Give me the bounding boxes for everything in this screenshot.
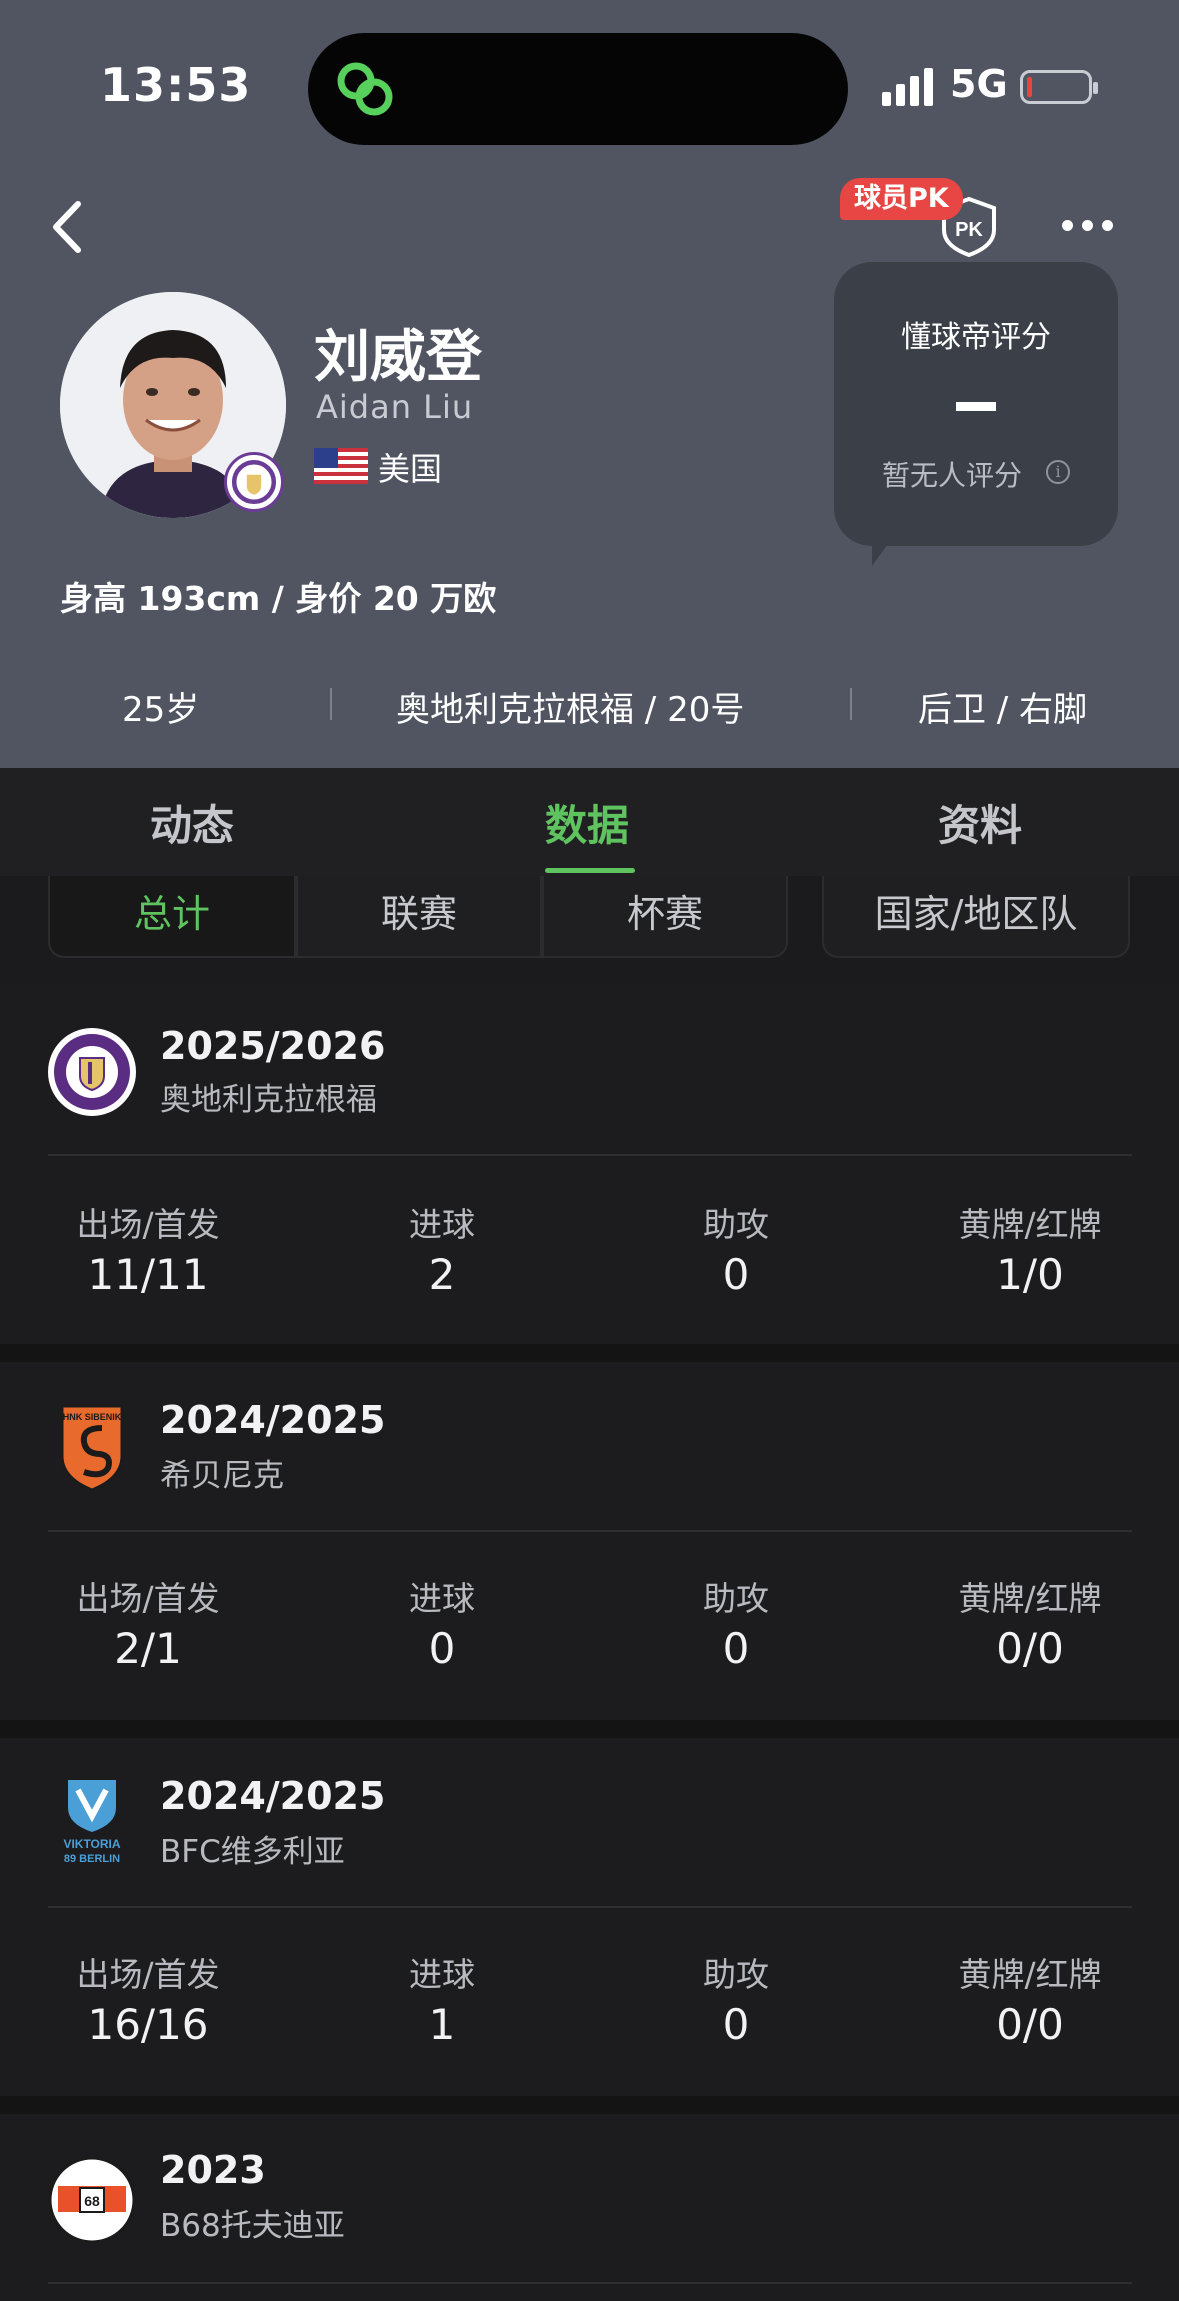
stat-cards: 0/0 xyxy=(996,2000,1064,2049)
player-name-cn: 刘威登 xyxy=(314,325,482,390)
pk-shield-text: PK xyxy=(955,219,983,241)
stat-label-apps: 出场/首发 xyxy=(76,1205,220,1244)
more-options-icon[interactable] xyxy=(1060,212,1116,242)
b68-logo-text: 68 xyxy=(84,2193,100,2209)
stat-label-apps: 出场/首发 xyxy=(76,1955,220,1994)
subtab-national-team[interactable]: 国家/地区队 xyxy=(822,876,1130,958)
card-gap xyxy=(0,1344,1179,1362)
fact-divider xyxy=(330,688,332,720)
card-gap xyxy=(0,2096,1179,2114)
stat-label-goals: 进球 xyxy=(409,1579,475,1618)
active-tab-indicator xyxy=(545,868,635,873)
player-age: 25岁 xyxy=(122,690,200,730)
rating-subtitle: 暂无人评分 xyxy=(882,459,1023,492)
height-market-value: 身高 193cm / 身价 20 万欧 xyxy=(60,579,497,618)
stat-label-apps: 出场/首发 xyxy=(76,1579,220,1618)
season-card[interactable]: HNK SIBENIK 2024/2025 希贝尼克 出场/首发 进球 助攻 黄… xyxy=(0,1362,1179,1720)
rating-bubble[interactable]: 懂球帝评分 暂无人评分 i xyxy=(834,262,1118,546)
stat-apps: 2/1 xyxy=(114,1624,182,1673)
stat-assists: 0 xyxy=(722,2000,750,2049)
player-pk-button[interactable]: 球员PK xyxy=(840,178,963,220)
stat-label-assists: 助攻 xyxy=(703,1955,769,1994)
status-time: 13:53 xyxy=(100,58,252,112)
network-label: 5G xyxy=(950,62,1008,106)
stat-label-goals: 进球 xyxy=(409,1955,475,1994)
subtab-league[interactable]: 联赛 xyxy=(296,876,542,958)
card-divider xyxy=(48,1530,1132,1532)
tab-profile[interactable]: 资料 xyxy=(938,792,1022,853)
stat-cards: 1/0 xyxy=(996,1250,1064,1299)
us-flag-icon xyxy=(314,448,368,484)
rating-dash xyxy=(956,402,996,411)
bubble-tail xyxy=(872,530,898,566)
season-year: 2023 xyxy=(160,2148,266,2192)
season-card[interactable]: 68 2023 B68托夫迪亚 xyxy=(0,2114,1179,2301)
stat-label-goals: 进球 xyxy=(409,1205,475,1244)
stat-label-cards: 黄牌/红牌 xyxy=(958,1579,1102,1618)
season-year: 2024/2025 xyxy=(160,1774,386,1818)
stat-label-cards: 黄牌/红牌 xyxy=(958,1205,1102,1244)
stat-goals: 2 xyxy=(428,1250,456,1299)
fact-divider xyxy=(850,688,852,720)
season-year: 2024/2025 xyxy=(160,1398,386,1442)
viktoria-berlin-logo-icon: VIKTORIA 89 BERLIN xyxy=(63,1780,121,1865)
app-logo-icon xyxy=(337,62,393,116)
season-year: 2025/2026 xyxy=(160,1024,386,1068)
club-badge-icon xyxy=(224,452,284,512)
season-card[interactable]: 2025/2026 奥地利克拉根福 出场/首发 进球 助攻 黄牌/红牌 11/1… xyxy=(0,984,1179,1344)
season-team: B68托夫迪亚 xyxy=(160,2208,345,2244)
signal-icon xyxy=(882,68,933,106)
card-divider xyxy=(48,1906,1132,1908)
stat-assists: 0 xyxy=(722,1624,750,1673)
card-divider xyxy=(48,1154,1132,1156)
main-tabs: 动态 数据 资料 xyxy=(0,768,1179,876)
subtab-total[interactable]: 总计 xyxy=(48,876,296,958)
season-team: 希贝尼克 xyxy=(160,1458,284,1494)
tab-data[interactable]: 数据 xyxy=(545,792,629,853)
stat-label-assists: 助攻 xyxy=(703,1579,769,1618)
card-divider xyxy=(48,2282,1132,2284)
rating-title: 懂球帝评分 xyxy=(901,320,1051,355)
dynamic-island xyxy=(308,33,848,145)
stat-goals: 0 xyxy=(428,1624,456,1673)
player-club-number: 奥地利克拉根福 / 20号 xyxy=(396,690,745,730)
austria-klagenfurt-logo-icon xyxy=(48,1028,136,1116)
subtab-cup[interactable]: 杯赛 xyxy=(542,876,788,958)
stat-apps: 11/11 xyxy=(87,1250,209,1299)
player-position-foot: 后卫 / 右脚 xyxy=(918,690,1088,730)
stat-label-assists: 助攻 xyxy=(703,1205,769,1244)
viktoria-logo-text: VIKTORIA xyxy=(63,1837,120,1851)
stat-label-cards: 黄牌/红牌 xyxy=(958,1955,1102,1994)
stat-goals: 1 xyxy=(428,2000,456,2049)
stat-cards: 0/0 xyxy=(996,1624,1064,1673)
stat-assists: 0 xyxy=(722,1250,750,1299)
back-chevron-icon[interactable] xyxy=(42,192,92,262)
season-team: 奥地利克拉根福 xyxy=(160,1082,377,1118)
hnk-sibenik-logo-icon: HNK SIBENIK xyxy=(60,1404,124,1492)
viktoria-logo-subtext: 89 BERLIN xyxy=(64,1853,120,1865)
info-icon[interactable]: i xyxy=(1046,460,1070,484)
sibenik-logo-text: HNK SIBENIK xyxy=(63,1412,122,1422)
stat-apps: 16/16 xyxy=(87,2000,209,2049)
season-team: BFC维多利亚 xyxy=(160,1834,345,1870)
player-header: 13:53 5G 球员PK PK 刘威登 Aidan Liu 美国 身高 193… xyxy=(0,0,1179,768)
player-nationality: 美国 xyxy=(378,450,443,488)
stat-filter-tabs: 总计 联赛 杯赛 xyxy=(48,876,788,958)
player-name-en: Aidan Liu xyxy=(316,388,474,426)
card-gap xyxy=(0,1720,1179,1738)
season-card[interactable]: VIKTORIA 89 BERLIN 2024/2025 BFC维多利亚 出场/… xyxy=(0,1738,1179,2096)
battery-icon xyxy=(1020,70,1098,104)
tab-news[interactable]: 动态 xyxy=(150,792,234,853)
b68-toftir-logo-icon: 68 xyxy=(48,2156,136,2244)
